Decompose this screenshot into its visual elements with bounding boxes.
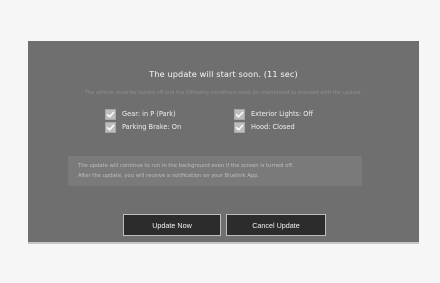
checkmark-box-icon — [234, 121, 245, 133]
checkmark-box-icon — [105, 108, 116, 120]
info-line: After the update, you will receive a not… — [78, 173, 260, 179]
condition-exterior-lights: Exterior Lights: Off — [234, 108, 313, 120]
screen-bottom-edge — [28, 242, 419, 244]
info-line: The update will continue to run in the b… — [78, 163, 294, 169]
condition-gear: Gear: in P (Park) — [105, 108, 176, 120]
condition-label: Gear: in P (Park) — [122, 110, 176, 118]
cancel-update-button[interactable]: Cancel Update — [226, 214, 326, 236]
dialog-subtitle: The vehicle must be turned off and the f… — [84, 90, 363, 96]
dialog-title: The update will start soon. (11 sec) — [149, 69, 298, 79]
condition-label: Parking Brake: On — [122, 123, 182, 131]
checkmark-box-icon — [105, 121, 116, 133]
update-dialog-screen: The update will start soon. (11 sec) The… — [28, 41, 419, 242]
condition-hood: Hood: Closed — [234, 121, 295, 133]
condition-label: Exterior Lights: Off — [251, 110, 314, 118]
update-now-button[interactable]: Update Now — [123, 214, 221, 236]
condition-label: Hood: Closed — [251, 123, 295, 131]
info-text-block: The update will continue to run in the b… — [78, 161, 354, 181]
checkmark-box-icon — [234, 108, 245, 120]
condition-parking-brake: Parking Brake: On — [105, 121, 181, 133]
background-update-info-box: The update will continue to run in the b… — [68, 156, 362, 186]
